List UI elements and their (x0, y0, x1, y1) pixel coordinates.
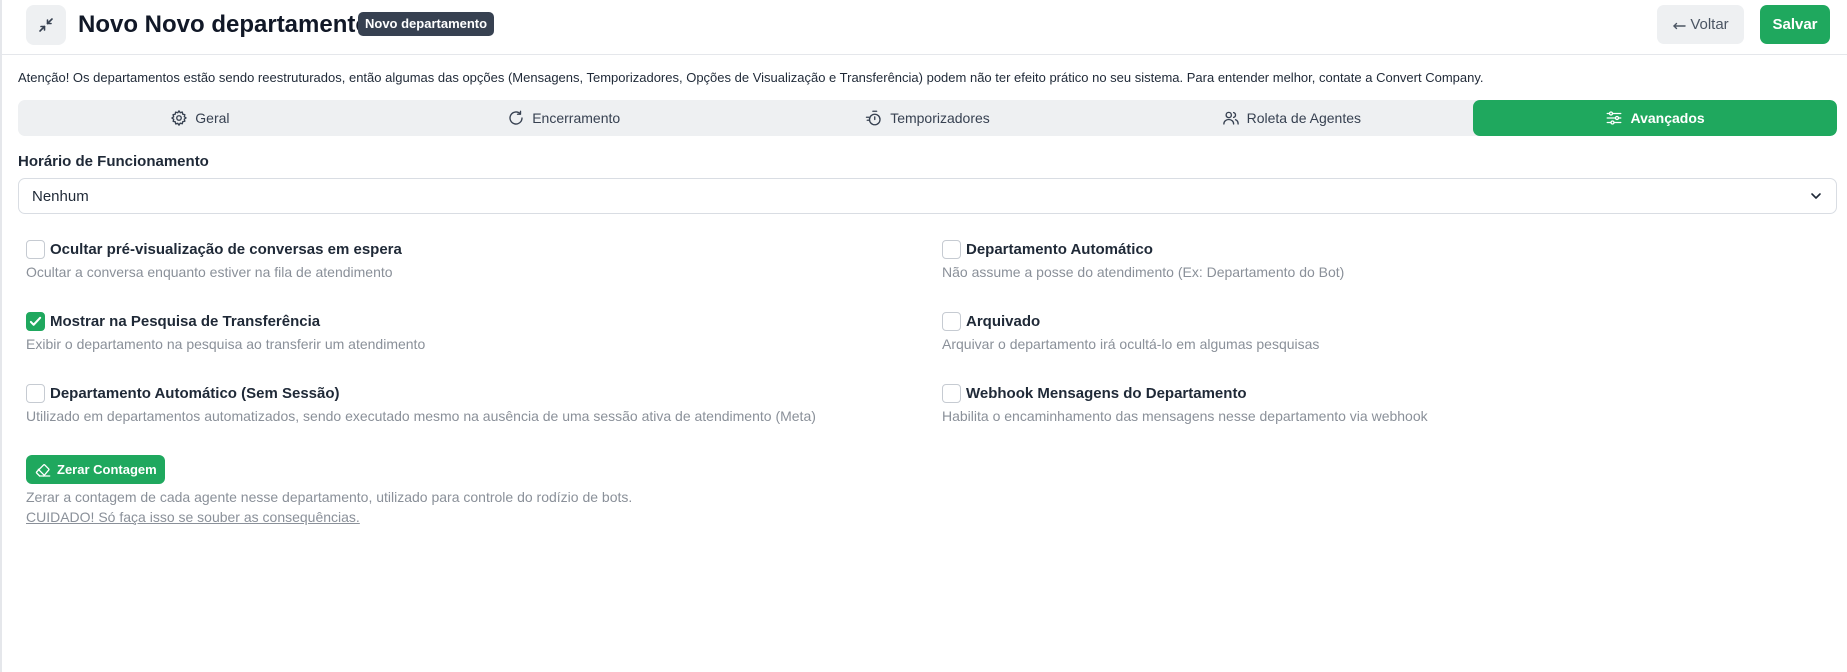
checkmark-icon (29, 316, 42, 326)
hide-preview-checkbox[interactable] (26, 240, 45, 259)
auto-department-no-session-checkbox[interactable] (26, 384, 45, 403)
option-description: Utilizado em departamentos automatizados… (26, 408, 816, 424)
option-description: Não assume a posse do atendimento (Ex: D… (942, 264, 1345, 280)
department-badge: Novo departamento (358, 12, 495, 36)
tab-geral[interactable]: Geral (18, 100, 382, 136)
tab-avancados[interactable]: Avançados (1473, 100, 1837, 136)
users-icon (1222, 111, 1239, 125)
option-title: Departamento Automático (966, 241, 1153, 258)
restructure-notice: Atenção! Os departamentos estão sendo re… (18, 70, 1484, 85)
page-header: Novo Novo departamento Novo departamento… (0, 0, 1847, 55)
option-title: Mostrar na Pesquisa de Transferência (50, 313, 321, 330)
show-transfer-search-checkbox[interactable] (26, 312, 45, 331)
tab-roleta-agentes[interactable]: Roleta de Agentes (1109, 100, 1473, 136)
tab-bar: Geral Encerramento Temporizadores Roleta… (18, 100, 1837, 136)
tab-avancados-label: Avançados (1630, 110, 1705, 126)
working-hours-label: Horário de Funcionamento (18, 153, 209, 170)
tab-geral-label: Geral (195, 110, 230, 126)
reset-count-description: Zerar a contagem de cada agente nesse de… (26, 489, 633, 505)
save-button[interactable]: Salvar (1760, 5, 1830, 44)
option-description: Exibir o departamento na pesquisa ao tra… (26, 336, 426, 352)
chevron-down-icon (1811, 193, 1821, 199)
tab-temporizadores-label: Temporizadores (890, 110, 990, 126)
option-description: Habilita o encaminhamento das mensagens … (942, 408, 1428, 424)
reset-count-warning-link[interactable]: CUIDADO! Só faça isso se souber as conse… (26, 509, 360, 525)
arrow-left-icon (1673, 22, 1687, 29)
option-title: Departamento Automático (Sem Sessão) (50, 385, 340, 402)
option-description: Ocultar a conversa enquanto estiver na f… (26, 264, 393, 280)
sliders-icon (1607, 111, 1622, 125)
reset-count-button-label: Zerar Contagem (57, 462, 157, 477)
minimize-arrows-icon (39, 18, 53, 32)
back-button-label: Voltar (1690, 16, 1729, 33)
archived-checkbox[interactable] (942, 312, 961, 331)
tab-encerramento-label: Encerramento (532, 110, 621, 126)
reset-count-button[interactable]: Zerar Contagem (26, 455, 165, 484)
gear-icon (171, 110, 188, 126)
eraser-icon (35, 463, 51, 477)
webhook-messages-checkbox[interactable] (942, 384, 961, 403)
auto-department-checkbox[interactable] (942, 240, 961, 259)
collapse-button[interactable] (26, 5, 66, 45)
working-hours-select[interactable]: Nenhum (18, 178, 1837, 214)
rotate-icon (509, 110, 523, 125)
option-title: Webhook Mensagens do Departamento (966, 385, 1247, 402)
working-hours-value: Nenhum (32, 188, 89, 205)
tab-temporizadores[interactable]: Temporizadores (746, 100, 1110, 136)
tab-encerramento[interactable]: Encerramento (382, 100, 746, 136)
option-title: Ocultar pré-visualização de conversas em… (50, 241, 402, 258)
option-title: Arquivado (966, 313, 1041, 330)
tab-roleta-agentes-label: Roleta de Agentes (1246, 110, 1361, 126)
page-title: Novo Novo departamento (78, 11, 371, 38)
back-button[interactable]: Voltar (1657, 5, 1744, 44)
option-description: Arquivar o departamento irá ocultá-lo em… (942, 336, 1320, 352)
timer-icon (866, 110, 881, 126)
left-border (0, 0, 2, 672)
